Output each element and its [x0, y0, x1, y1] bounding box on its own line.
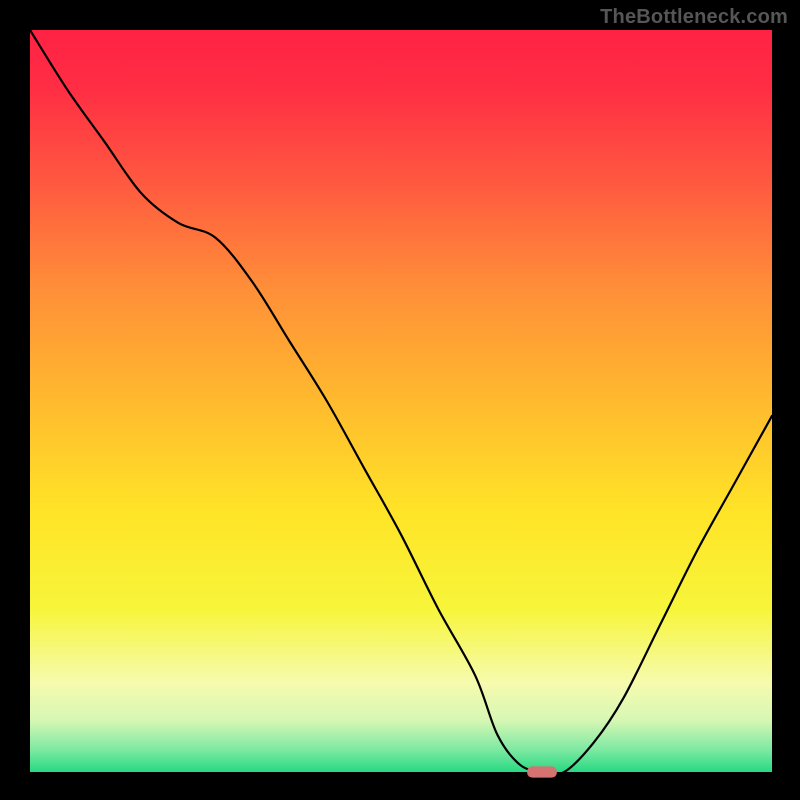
watermark-text: TheBottleneck.com — [600, 6, 788, 29]
bottleneck-chart — [0, 0, 800, 800]
plot-background — [30, 30, 772, 772]
optimal-marker — [527, 766, 557, 777]
chart-frame: TheBottleneck.com — [0, 0, 800, 800]
